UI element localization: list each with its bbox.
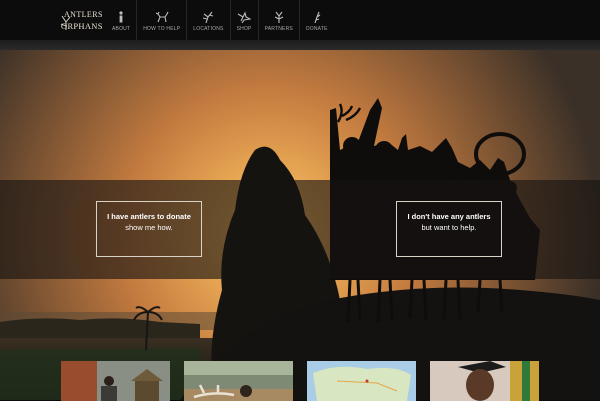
- site-logo[interactable]: ANTLERS ORPHANS: [58, 8, 104, 34]
- antler-photo[interactable]: [184, 361, 293, 401]
- main-nav: ABOUT HOW TO HELP LOCATIONS SHOP PARTNER…: [106, 0, 334, 40]
- cta-left-sub: show me how.: [125, 223, 173, 232]
- nav-donate[interactable]: DONATE: [298, 0, 334, 40]
- cta-right-title: I don't have any antlers: [407, 212, 491, 221]
- nav-about[interactable]: ABOUT: [106, 0, 136, 40]
- bird-icon: [237, 11, 252, 23]
- nav-shop[interactable]: SHOP: [229, 0, 258, 40]
- nav-label-about: ABOUT: [112, 26, 131, 32]
- nav-label-locations: LOCATIONS: [193, 26, 224, 32]
- village-photo[interactable]: [61, 361, 170, 401]
- nav-label-how-to-help: HOW TO HELP: [143, 26, 181, 32]
- nav-partners[interactable]: PARTNERS: [257, 0, 299, 40]
- deer-icon: [155, 11, 169, 23]
- antler-icon: [203, 11, 214, 23]
- nav-label-donate: DONATE: [305, 26, 328, 32]
- nav-how-to-help[interactable]: HOW TO HELP: [136, 0, 186, 40]
- info-icon: [119, 11, 123, 23]
- help-without-antlers-button[interactable]: I don't have any antlers but want to hel…: [396, 201, 502, 257]
- thumbnail-strip: [0, 361, 600, 401]
- header-shadow: [0, 40, 600, 50]
- cta-right-sub: but want to help.: [421, 223, 477, 232]
- nav-label-partners: PARTNERS: [264, 26, 293, 32]
- logo-line1: ANTLERS: [64, 10, 103, 19]
- donate-antlers-button[interactable]: I have antlers to donate show me how.: [96, 201, 202, 257]
- cta-band: [0, 180, 600, 279]
- nav-label-shop: SHOP: [236, 26, 252, 32]
- antler-small-icon: [274, 11, 284, 23]
- feather-icon: [314, 11, 321, 23]
- logo-line2: ORPHANS: [61, 21, 103, 31]
- map-photo[interactable]: [307, 361, 416, 401]
- site-header: ANTLERS ORPHANS ABOUT HOW TO HELP LOCATI…: [0, 0, 600, 40]
- graduate-photo[interactable]: [430, 361, 539, 401]
- cta-left-title: I have antlers to donate: [107, 212, 191, 221]
- nav-locations[interactable]: LOCATIONS: [186, 0, 229, 40]
